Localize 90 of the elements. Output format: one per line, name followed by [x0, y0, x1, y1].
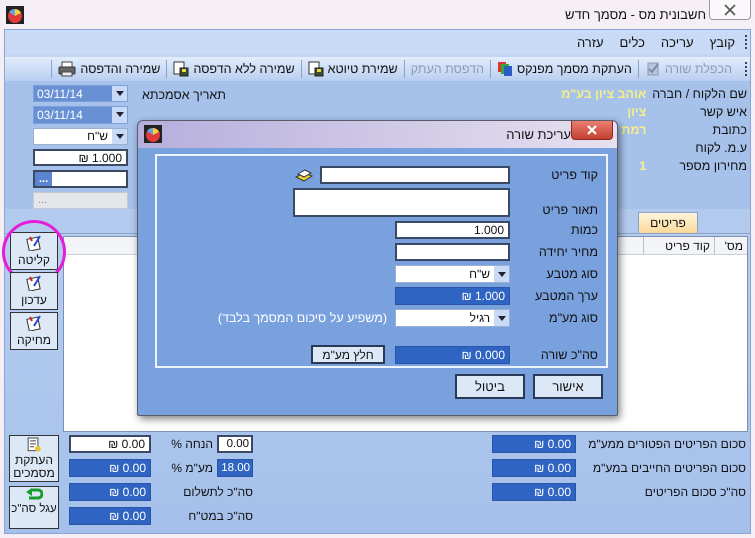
rate-field[interactable]: 1.000 ₪	[33, 148, 128, 166]
total-label: מע"מ %	[171, 461, 213, 475]
notepad-pen-icon	[25, 275, 43, 291]
tab[interactable]: פריטים	[638, 212, 698, 233]
toolbar-button[interactable]: שמירה והדפסה	[51, 60, 166, 78]
window-title: חשבונית מס - מסמך חדש	[564, 7, 706, 22]
extract-vat-button[interactable]: חלץ מע"מ	[311, 345, 385, 364]
field-label: מחיר יחידה	[538, 245, 599, 259]
dropdown-arrow-icon	[498, 272, 506, 276]
input-field[interactable]	[395, 243, 510, 261]
summary-label: סכום הפריטים החייבים במע"מ	[592, 461, 746, 475]
dropdown-arrow-icon	[498, 316, 506, 320]
dialog-button[interactable]: ביטול	[455, 374, 525, 399]
document-icon	[26, 437, 42, 453]
total-value: 0.00 ₪	[69, 459, 151, 477]
field-label: שם הלקוח / חברה	[652, 87, 747, 103]
field-label: איש קשר	[699, 105, 747, 121]
field-label: סה"כ שורה	[540, 348, 599, 362]
notepad-pen-icon	[25, 315, 43, 331]
side-button[interactable]: עדכון	[10, 272, 58, 310]
menu-item[interactable]: קובץ	[710, 34, 735, 50]
field-label: כתובת	[711, 123, 747, 139]
summary-label: סכום הפריטים הפטורים ממע"מ	[587, 437, 746, 451]
percent-field[interactable]: 0.00	[217, 435, 253, 453]
column-header[interactable]: מס'	[714, 237, 747, 254]
readonly-field: 1.000 ₪	[395, 287, 510, 305]
summary-label: סה"כ סכום הפריטים	[644, 485, 746, 499]
toolbar-button[interactable]: שמירת טיוטא	[300, 60, 404, 78]
summary-value: 0.00 ₪	[492, 459, 576, 477]
field-value: אוהב ציון בע"מ	[561, 87, 646, 103]
field-label: תאריך אסמכתא	[142, 88, 226, 102]
total-value: 0.00 ₪	[69, 435, 151, 453]
return-arrow-icon	[25, 488, 43, 502]
field-label: מחירון מספר	[678, 159, 747, 175]
notepad-pen-icon	[25, 235, 43, 251]
note-text: (משפיע על סיכום המסמך בלבד)	[218, 311, 387, 325]
input-field[interactable]	[320, 166, 510, 184]
save-icon	[173, 61, 190, 77]
field-label: סוג מע"מ	[548, 311, 599, 325]
dropdown-arrow-icon	[116, 91, 124, 96]
dialog-button[interactable]: אישור	[533, 374, 603, 399]
field-value: רמת	[621, 123, 646, 139]
field-label: ע.מ. לקוח	[694, 141, 747, 157]
summary-value: 0.00 ₪	[492, 435, 576, 453]
menu-item[interactable]: עזרה	[576, 34, 604, 50]
summary-value: 0.00 ₪	[492, 483, 576, 501]
dropdown-arrow-icon	[116, 112, 124, 118]
field-value: ציון	[627, 105, 646, 121]
side-button[interactable]: קליטה	[10, 232, 58, 270]
readonly-field: 0.000 ₪	[395, 346, 510, 364]
field-label: סוג מטבע	[546, 267, 599, 281]
dropdown[interactable]: ש"ח	[395, 265, 510, 283]
close-button[interactable]	[709, 0, 751, 20]
dropdown[interactable]: רגיל	[395, 309, 510, 327]
close-icon	[723, 4, 737, 16]
side-button[interactable]: מחיקה	[10, 312, 58, 350]
percent-field[interactable]: 18.00	[217, 459, 253, 477]
lookup-field[interactable]: ...	[33, 170, 128, 188]
save-icon	[308, 61, 324, 77]
close-button[interactable]	[571, 121, 613, 140]
checklist-icon	[644, 61, 661, 77]
dropdown-arrow-icon	[116, 134, 124, 139]
close-icon	[586, 125, 598, 135]
field-label: תאור פריט	[541, 203, 599, 217]
dialog-title: עריכת שורה	[506, 127, 571, 142]
printer-icon	[58, 61, 76, 77]
currency-dropdown[interactable]: ש"ח	[33, 128, 128, 145]
toolbar-button[interactable]: שמירה ללא הדפסה	[166, 60, 301, 78]
column-header[interactable]: קוד פריט	[643, 237, 714, 254]
total-label: סה"כ במט"ח	[188, 509, 253, 523]
input-field[interactable]: 1.000	[395, 221, 510, 239]
total-value: 0.00 ₪	[69, 507, 151, 525]
menu-item[interactable]: כלים	[620, 34, 645, 50]
documents-icon	[496, 61, 513, 77]
field-label: ערך המטבע	[534, 289, 599, 303]
field-label: קוד פריט	[550, 168, 599, 182]
toolbar-button[interactable]: העתקת מסמך מפנקס	[490, 60, 638, 78]
lookup-button[interactable]: ...	[35, 172, 52, 186]
action-button[interactable]: עגל סה"כ	[9, 486, 59, 529]
field-label: כמות	[570, 223, 599, 237]
total-label: סה"כ לתשלום	[183, 485, 253, 499]
total-value: 0.00 ₪	[69, 483, 151, 501]
text-area[interactable]	[293, 188, 510, 217]
stack-icon	[294, 167, 314, 183]
app-icon	[6, 6, 24, 24]
menu-item[interactable]: עריכה	[660, 34, 694, 50]
app-icon	[144, 125, 162, 143]
field-value: 1	[639, 159, 646, 175]
action-button[interactable]: העתקת מסמכים	[9, 435, 59, 482]
total-label: הנחה %	[171, 437, 213, 451]
